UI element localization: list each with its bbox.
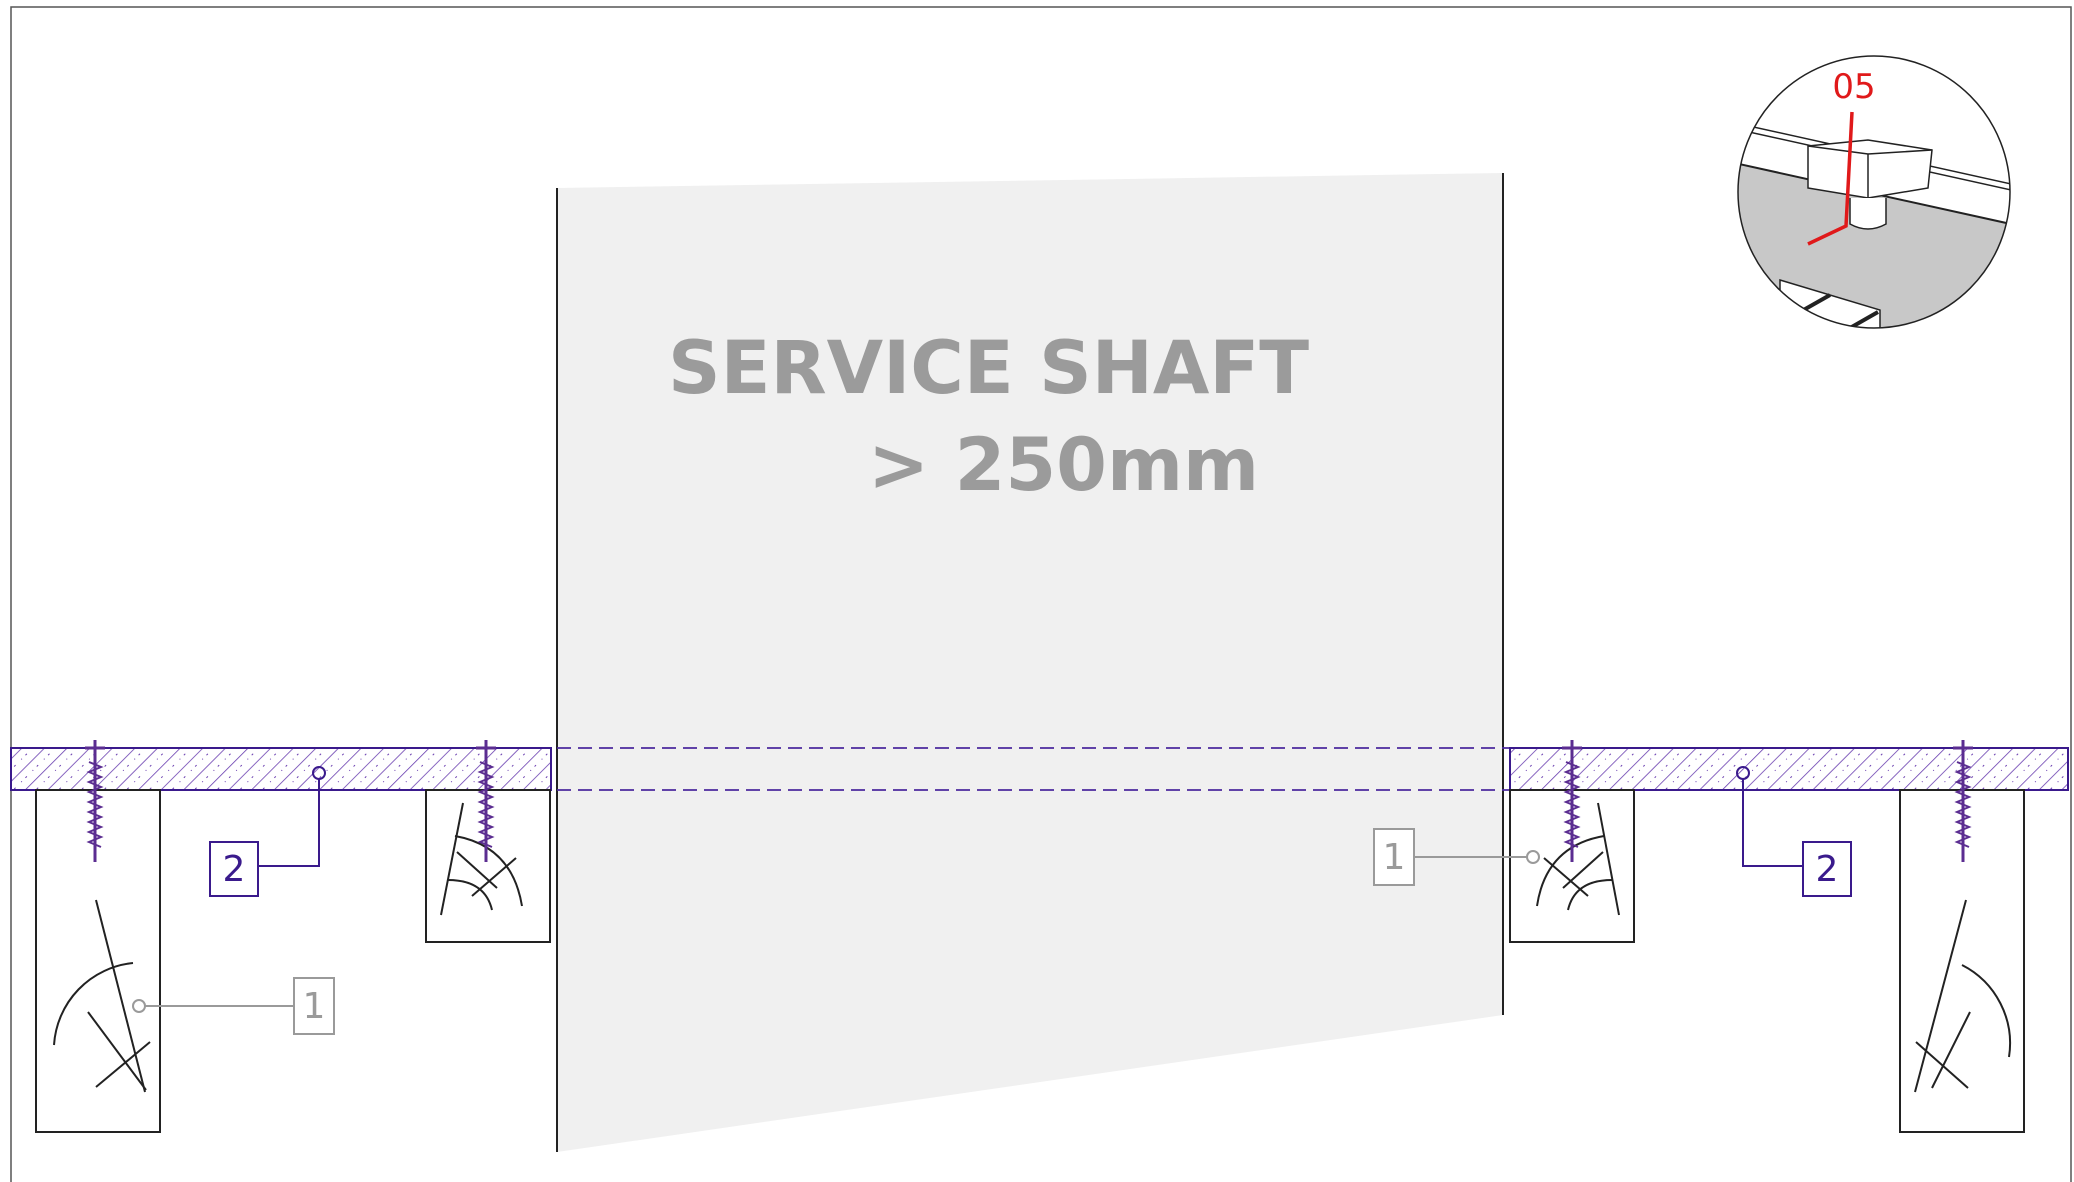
- joist-left-large: [35, 789, 161, 1133]
- shaft-title: SERVICE SHAFT: [668, 326, 1309, 411]
- callout-1-right-label: 1: [1383, 837, 1406, 878]
- detail-key-plan: 05: [1737, 55, 2011, 329]
- callout-2-right-label: 2: [1816, 849, 1839, 890]
- floor-board-right: [1509, 747, 2069, 791]
- service-shaft-opening: [556, 173, 1504, 1152]
- callout-1-left-label: 1: [303, 986, 326, 1027]
- shaft-wall-face: [557, 173, 1503, 1152]
- section-drawing: SERVICE SHAFT > 250mm 2 2 1 1 05: [10, 6, 2072, 1182]
- callout-1-left: 1: [132, 977, 335, 1035]
- detail-reference-number: 05: [1832, 67, 1875, 107]
- callout-2-left-label: 2: [223, 849, 246, 890]
- shaft-dimension: > 250mm: [868, 423, 1259, 508]
- joist-left-small: [425, 789, 551, 943]
